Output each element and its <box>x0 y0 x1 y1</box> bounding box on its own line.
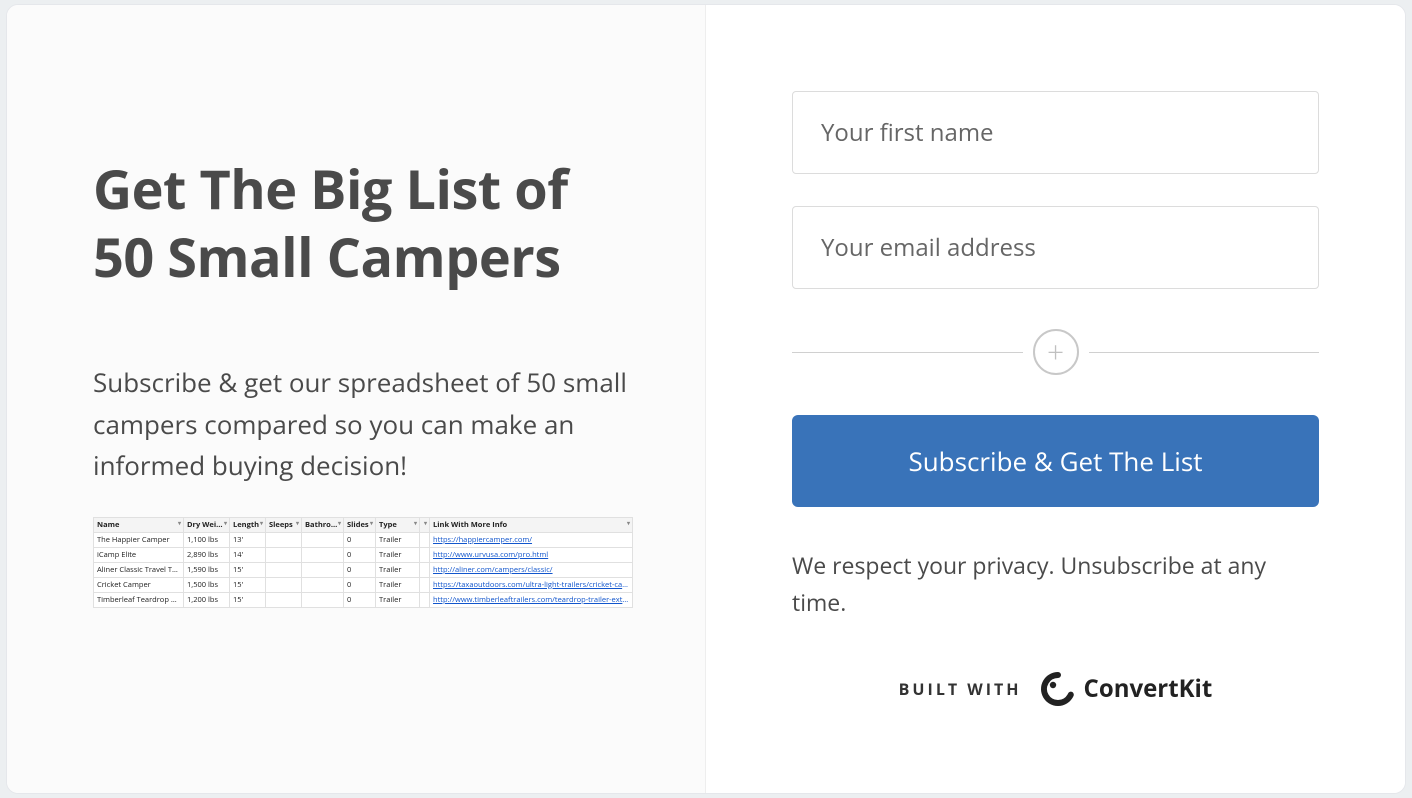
spreadsheet-preview: Name Dry Weight Length Sleeps Bathroom S… <box>93 517 633 608</box>
table-cell: 0 <box>344 547 376 562</box>
table-cell-link: http://aliner.com/campers/classic/ <box>430 562 633 577</box>
table-cell: Timberleaf Teardrop Trailer <box>94 592 184 607</box>
table-cell <box>420 577 430 592</box>
convertkit-icon <box>1040 671 1076 707</box>
table-cell <box>420 547 430 562</box>
table-cell <box>302 532 344 547</box>
table-cell: iCamp Elite <box>94 547 184 562</box>
email-field[interactable] <box>792 206 1319 289</box>
form-divider: + <box>792 329 1319 375</box>
table-cell: 13' <box>230 532 266 547</box>
table-row: Aliner Classic Travel Trailer1,590 lbs15… <box>94 562 633 577</box>
table-cell: 15' <box>230 577 266 592</box>
table-cell <box>266 592 302 607</box>
divider-line-right <box>1089 352 1320 353</box>
col-length: Length <box>230 517 266 532</box>
page-subtitle: Subscribe & get our spreadsheet of 50 sm… <box>93 362 635 487</box>
table-cell: 0 <box>344 562 376 577</box>
table-cell: 0 <box>344 532 376 547</box>
table-cell: 1,500 lbs <box>184 577 230 592</box>
table-cell <box>420 532 430 547</box>
table-cell <box>302 547 344 562</box>
col-blank <box>420 517 430 532</box>
table-cell <box>266 547 302 562</box>
convertkit-wordmark: ConvertKit <box>1084 672 1213 705</box>
table-cell: 1,200 lbs <box>184 592 230 607</box>
table-cell <box>302 577 344 592</box>
table-cell: Trailer <box>376 592 420 607</box>
page-title: Get The Big List of 50 Small Campers <box>93 155 635 290</box>
table-cell <box>266 577 302 592</box>
col-type: Type <box>376 517 420 532</box>
table-row: The Happier Camper1,100 lbs13' 0Trailer ht… <box>94 532 633 547</box>
table-cell: 15' <box>230 592 266 607</box>
col-slides: Slides <box>344 517 376 532</box>
privacy-text: We respect your privacy. Unsubscribe at … <box>792 547 1319 621</box>
first-name-field[interactable] <box>792 91 1319 174</box>
table-cell <box>302 592 344 607</box>
table-cell: Trailer <box>376 562 420 577</box>
table-cell <box>266 532 302 547</box>
table-cell: Cricket Camper <box>94 577 184 592</box>
table-cell: 0 <box>344 592 376 607</box>
spreadsheet-header-row: Name Dry Weight Length Sleeps Bathroom S… <box>94 517 633 532</box>
table-cell: 1,100 lbs <box>184 532 230 547</box>
col-sleeps: Sleeps <box>266 517 302 532</box>
table-cell <box>266 562 302 577</box>
table-cell <box>420 592 430 607</box>
right-panel: + Subscribe & Get The List We respect yo… <box>706 5 1405 793</box>
table-cell: 0 <box>344 577 376 592</box>
subscribe-button[interactable]: Subscribe & Get The List <box>792 415 1319 507</box>
table-cell-link: http://www.timberleaftrailers.com/teardr… <box>430 592 633 607</box>
convertkit-logo: ConvertKit <box>1040 671 1213 707</box>
signup-card: Get The Big List of 50 Small Campers Sub… <box>6 4 1406 794</box>
table-cell-link: https://happiercamper.com/ <box>430 532 633 547</box>
table-cell: Trailer <box>376 532 420 547</box>
left-panel: Get The Big List of 50 Small Campers Sub… <box>7 5 706 793</box>
col-bathroom: Bathroom <box>302 517 344 532</box>
table-row: Cricket Camper1,500 lbs15' 0Trailer https:… <box>94 577 633 592</box>
table-cell: 14' <box>230 547 266 562</box>
table-cell-link: https://taxaoutdoors.com/ultra-light-tra… <box>430 577 633 592</box>
table-row: iCamp Elite2,890 lbs14' 0Trailer http://ww… <box>94 547 633 562</box>
divider-line-left <box>792 352 1023 353</box>
table-cell <box>302 562 344 577</box>
built-with-badge[interactable]: BUILT WITH ConvertKit <box>792 671 1319 707</box>
table-cell <box>420 562 430 577</box>
built-with-label: BUILT WITH <box>899 678 1022 700</box>
table-cell: Aliner Classic Travel Trailer <box>94 562 184 577</box>
table-cell-link: http://www.urvusa.com/pro.html <box>430 547 633 562</box>
table-row: Timberleaf Teardrop Trailer1,200 lbs15' 0… <box>94 592 633 607</box>
table-cell: 1,590 lbs <box>184 562 230 577</box>
table-cell: 15' <box>230 562 266 577</box>
col-name: Name <box>94 517 184 532</box>
col-dry-weight: Dry Weight <box>184 517 230 532</box>
table-cell: Trailer <box>376 577 420 592</box>
plus-icon[interactable]: + <box>1033 329 1079 375</box>
table-cell: 2,890 lbs <box>184 547 230 562</box>
table-cell: Trailer <box>376 547 420 562</box>
col-link: Link With More Info <box>430 517 633 532</box>
table-cell: The Happier Camper <box>94 532 184 547</box>
